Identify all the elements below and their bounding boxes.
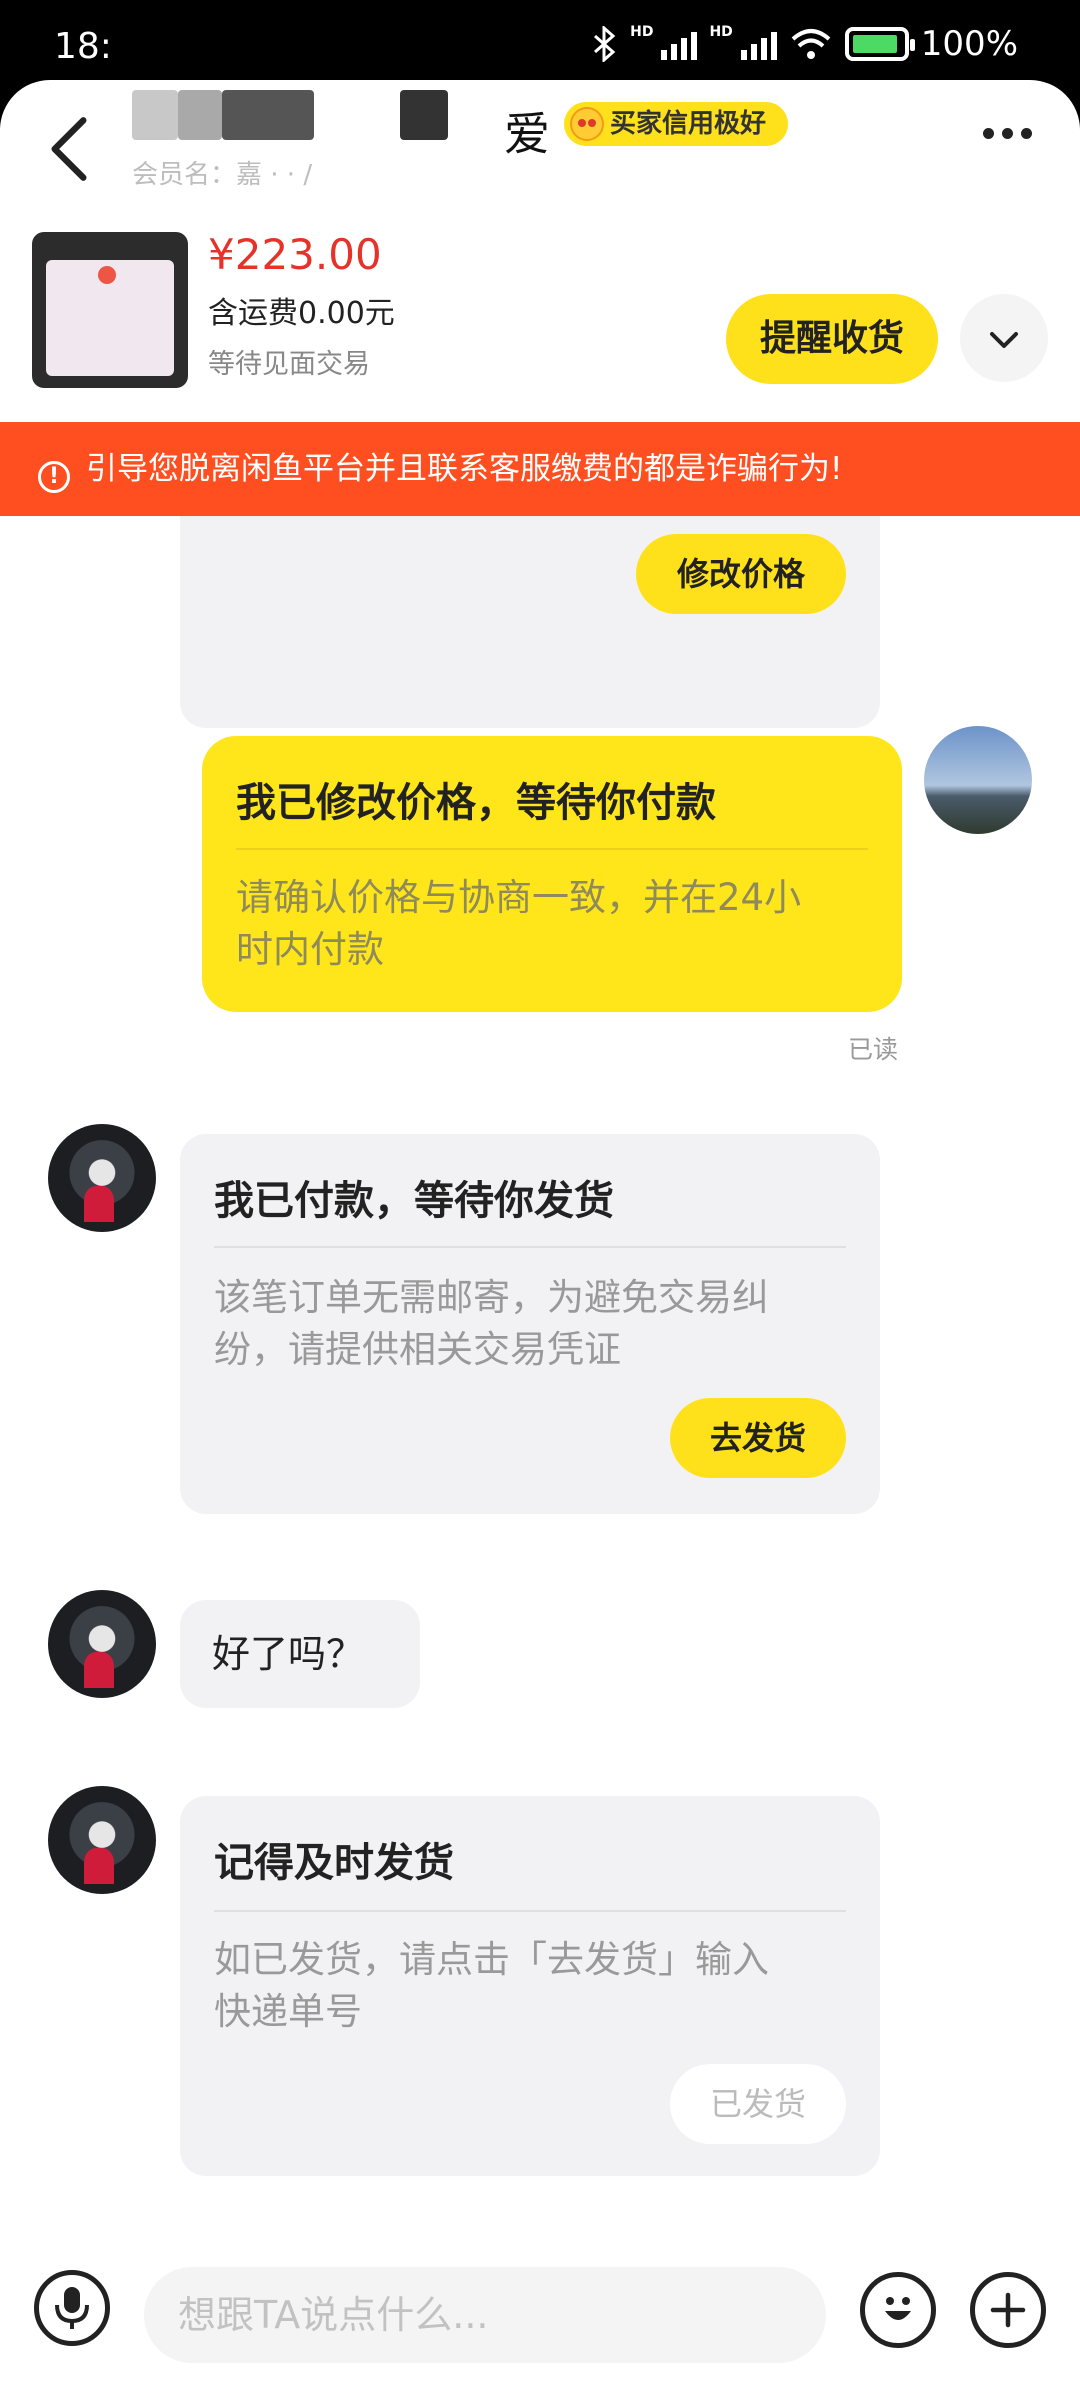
redacted-name-block (400, 90, 448, 140)
microphone-icon (55, 2287, 89, 2329)
ship-reminder-title: 记得及时发货 (214, 1840, 454, 1886)
paid-card-desc-line2: 纷，请提供相关交易凭证 (214, 1328, 621, 1371)
price-modified-desc-line2: 时内付款 (236, 928, 384, 971)
card-divider (214, 1246, 846, 1248)
ship-reminder-desc-line1: 如已发货，请点击「去发货」输入 (214, 1938, 769, 1981)
remind-receipt-button[interactable]: 提醒收货 (726, 294, 938, 384)
credit-badge: 买家信用极好 (564, 102, 789, 146)
shipping-fee: 含运费0.00元 (208, 296, 395, 331)
signal-icon (661, 28, 698, 60)
price-modified-title: 我已修改价格，等待你付款 (236, 780, 716, 826)
fraud-warning-banner: ! 引导您脱离闲鱼平台并且联系客服缴费的都是诈骗行为! (0, 422, 1080, 516)
redacted-name-block (222, 90, 314, 140)
card-divider (236, 848, 868, 850)
bluetooth-icon (594, 26, 616, 62)
warning-icon: ! (38, 461, 70, 493)
buyer-avatar[interactable] (48, 1786, 156, 1894)
battery-icon (844, 27, 915, 61)
price-modified-desc-line1: 请确认价格与协商一致，并在24小 (236, 876, 802, 919)
shipped-button[interactable]: 已发货 (670, 2064, 846, 2144)
read-receipt: 已读 (848, 1035, 899, 1064)
redacted-name-block (132, 90, 178, 140)
seller-avatar[interactable] (924, 726, 1032, 834)
message-input[interactable] (144, 2267, 826, 2363)
chevron-down-icon (990, 332, 1018, 348)
modify-price-button[interactable]: 修改价格 (636, 534, 846, 614)
product-thumbnail[interactable] (32, 232, 188, 388)
member-name-label: 会员名：嘉 · · / (132, 160, 313, 190)
hd-icon: HD (709, 24, 733, 40)
more-dots-icon (1021, 128, 1032, 139)
emoji-button[interactable] (860, 2272, 936, 2348)
voice-button[interactable] (34, 2270, 110, 2346)
more-actions-button[interactable] (970, 2272, 1046, 2348)
heart-eyes-icon (570, 107, 604, 141)
product-price: ¥223.00 (208, 230, 382, 279)
more-dots-icon (1002, 128, 1013, 139)
back-arrow-icon (51, 117, 87, 181)
credit-badge-label: 买家信用极好 (610, 109, 767, 139)
signal-icon (740, 28, 777, 60)
paid-card-desc-line1: 该笔订单无需邮寄，为避免交易纠 (214, 1276, 769, 1319)
go-ship-button[interactable]: 去发货 (670, 1398, 846, 1478)
chat-screen: 爱 买家信用极好 会员名：嘉 · · / ¥223.00 含运费0.00元 等待… (0, 80, 1080, 2400)
trade-status: 等待见面交易 (208, 349, 370, 380)
hd-icon: HD (630, 24, 654, 40)
smiley-icon (885, 2297, 911, 2320)
buyer-avatar[interactable] (48, 1124, 156, 1232)
paid-card-title: 我已付款，等待你发货 (214, 1178, 614, 1224)
more-options-button[interactable] (983, 128, 1032, 139)
ship-reminder-desc-line2: 快递单号 (214, 1990, 362, 2033)
product-thumbnail-mark (98, 266, 116, 284)
battery-percent: 100% (920, 24, 1018, 64)
wifi-icon (791, 29, 831, 59)
plus-icon (990, 2292, 1026, 2328)
text-message: 好了吗？ (180, 1600, 420, 1708)
redacted-name-block (178, 90, 222, 140)
card-divider (214, 1910, 846, 1912)
chat-title: 爱 (504, 107, 550, 161)
back-button[interactable] (44, 114, 104, 194)
expand-button[interactable] (960, 294, 1048, 382)
status-icons: HD HD 100% (592, 24, 1018, 64)
more-dots-icon (983, 128, 994, 139)
fraud-warning-text: 引导您脱离闲鱼平台并且联系客服缴费的都是诈骗行为! (86, 451, 843, 487)
status-time: 18: (54, 26, 112, 67)
buyer-avatar[interactable] (48, 1590, 156, 1698)
